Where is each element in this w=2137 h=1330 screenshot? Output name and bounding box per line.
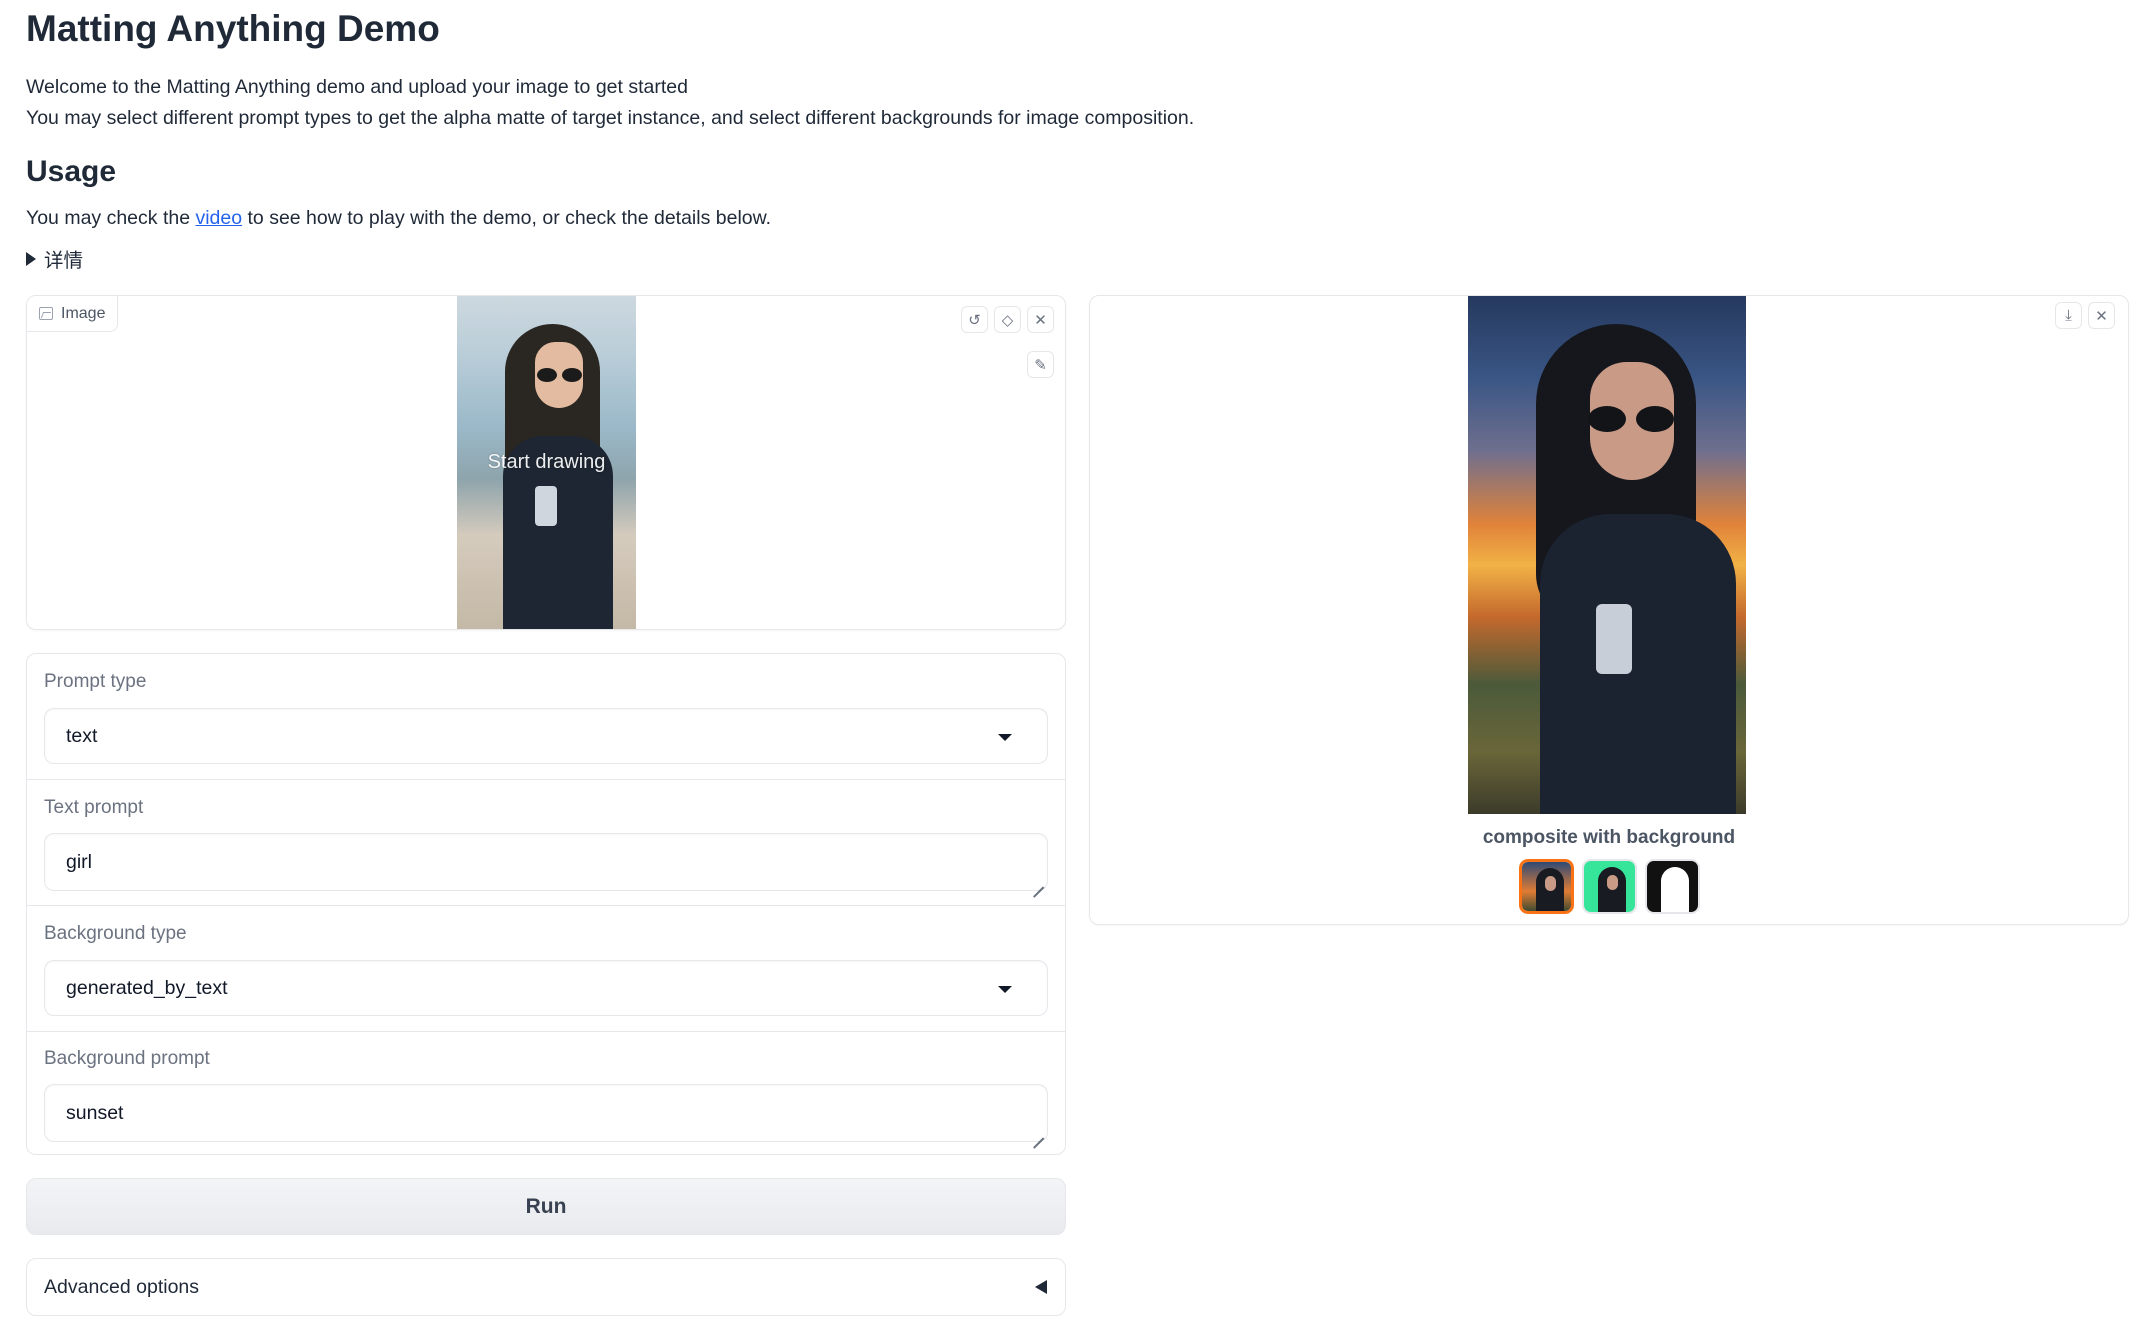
- image-input-panel[interactable]: Image Start drawing ↺ ◇ ✕ ✎: [26, 295, 1066, 630]
- intro-line-1: Welcome to the Matting Anything demo and…: [26, 76, 688, 98]
- page-title: Matting Anything Demo: [26, 8, 440, 49]
- undo-icon[interactable]: ↺: [961, 306, 988, 333]
- prompt-type-field: Prompt type text: [27, 654, 1065, 780]
- image-block-label: Image: [27, 296, 119, 332]
- output-gallery-panel: ⤓ ✕ composite with background: [1089, 295, 2129, 925]
- resize-handle-icon[interactable]: [1032, 1126, 1044, 1138]
- background-prompt-field: Background prompt sunset: [27, 1032, 1065, 1154]
- green-screen-thumbnail[interactable]: [1581, 859, 1637, 914]
- usage-heading: Usage: [26, 155, 117, 188]
- details-toggle[interactable]: 详情: [26, 244, 83, 273]
- chevron-down-icon: [998, 986, 1012, 993]
- text-prompt-value: girl: [66, 850, 93, 873]
- close-icon[interactable]: ✕: [2088, 302, 2115, 329]
- run-button[interactable]: Run: [26, 1178, 1066, 1235]
- usage-text-before: You may check the: [26, 207, 196, 229]
- details-label: 详情: [44, 250, 84, 272]
- close-icon[interactable]: ✕: [1027, 306, 1054, 333]
- prompt-type-dropdown[interactable]: text: [44, 708, 1048, 764]
- disclosure-triangle-icon: [26, 251, 36, 266]
- brush-icon[interactable]: ✎: [1027, 351, 1054, 378]
- text-prompt-label: Text prompt: [44, 797, 144, 818]
- input-photo[interactable]: Start drawing: [457, 296, 636, 629]
- intro-line-2: You may select different prompt types to…: [26, 107, 1195, 129]
- chevron-down-icon: [998, 734, 1012, 741]
- settings-form: Prompt type text Text prompt girl Backgr…: [26, 653, 1066, 1155]
- video-link[interactable]: video: [195, 207, 242, 229]
- gallery-thumbnails: [1090, 859, 2128, 914]
- background-type-label: Background type: [44, 923, 187, 944]
- background-prompt-input[interactable]: sunset: [44, 1084, 1048, 1142]
- prompt-type-label: Prompt type: [44, 671, 147, 692]
- background-type-dropdown[interactable]: generated_by_text: [44, 960, 1048, 1016]
- composite-thumbnail[interactable]: [1518, 859, 1574, 914]
- collapse-triangle-icon: [1035, 1280, 1047, 1294]
- download-icon[interactable]: ⤓: [2055, 302, 2082, 329]
- alpha-matte-thumbnail[interactable]: [1644, 859, 1700, 914]
- person-figure: [1526, 314, 1736, 814]
- composite-preview-image[interactable]: [1468, 296, 1746, 814]
- advanced-options-accordion[interactable]: Advanced options: [26, 1258, 1066, 1316]
- image-label-text: Image: [61, 304, 106, 322]
- gallery-caption: composite with background: [1482, 827, 1736, 848]
- usage-text: You may check the video to see how to pl…: [26, 207, 771, 230]
- advanced-options-label: Advanced options: [44, 1275, 200, 1298]
- background-prompt-label: Background prompt: [44, 1048, 210, 1069]
- background-type-value: generated_by_text: [66, 976, 228, 999]
- background-type-field: Background type generated_by_text: [27, 906, 1065, 1032]
- start-drawing-overlay: Start drawing: [487, 451, 606, 473]
- resize-handle-icon[interactable]: [1032, 875, 1044, 887]
- prompt-type-value: text: [66, 724, 98, 747]
- intro-text: Welcome to the Matting Anything demo and…: [26, 72, 1194, 134]
- text-prompt-input[interactable]: girl: [44, 833, 1048, 891]
- eraser-icon[interactable]: ◇: [994, 306, 1021, 333]
- text-prompt-field: Text prompt girl: [27, 780, 1065, 906]
- usage-text-after: to see how to play with the demo, or che…: [242, 207, 772, 229]
- background-prompt-value: sunset: [66, 1101, 124, 1124]
- image-icon: [39, 307, 53, 320]
